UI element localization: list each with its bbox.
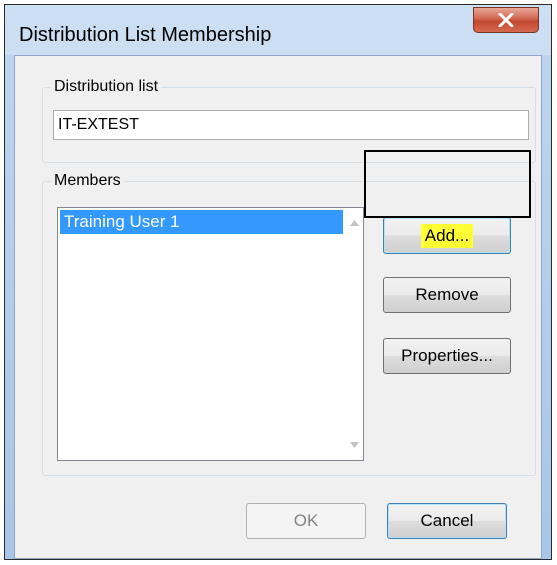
add-button-label: Add... [420, 223, 474, 248]
close-button[interactable] [473, 7, 539, 33]
members-listbox[interactable]: Training User 1 [57, 207, 364, 461]
distribution-list-field[interactable]: IT-EXTEST [53, 110, 529, 140]
title-bar[interactable]: Distribution List Membership [5, 5, 551, 57]
add-button[interactable]: Add... [383, 217, 511, 254]
members-group-label: Members [51, 171, 124, 191]
ok-button-label: OK [293, 511, 319, 530]
dialog-window: Distribution List Membership Distributio… [4, 4, 552, 560]
window-title: Distribution List Membership [19, 24, 272, 46]
distribution-list-group-label: Distribution list [51, 77, 162, 97]
remove-button-label: Remove [415, 285, 479, 304]
dialog-client-area: Distribution list IT-EXTEST Members Trai… [14, 55, 542, 559]
remove-button[interactable]: Remove [383, 277, 511, 313]
cancel-button[interactable]: Cancel [387, 503, 507, 539]
members-scrollbar[interactable] [345, 208, 363, 460]
member-list-item[interactable]: Training User 1 [60, 210, 343, 234]
properties-button-label: Properties... [401, 346, 493, 365]
scroll-down-arrow-icon[interactable] [345, 436, 363, 454]
properties-button[interactable]: Properties... [383, 338, 511, 374]
cancel-button-label: Cancel [420, 511, 474, 530]
close-x-icon [498, 13, 514, 27]
highlight-annotation-box [364, 150, 531, 218]
ok-button[interactable]: OK [246, 503, 366, 539]
scroll-up-arrow-icon[interactable] [345, 214, 363, 232]
